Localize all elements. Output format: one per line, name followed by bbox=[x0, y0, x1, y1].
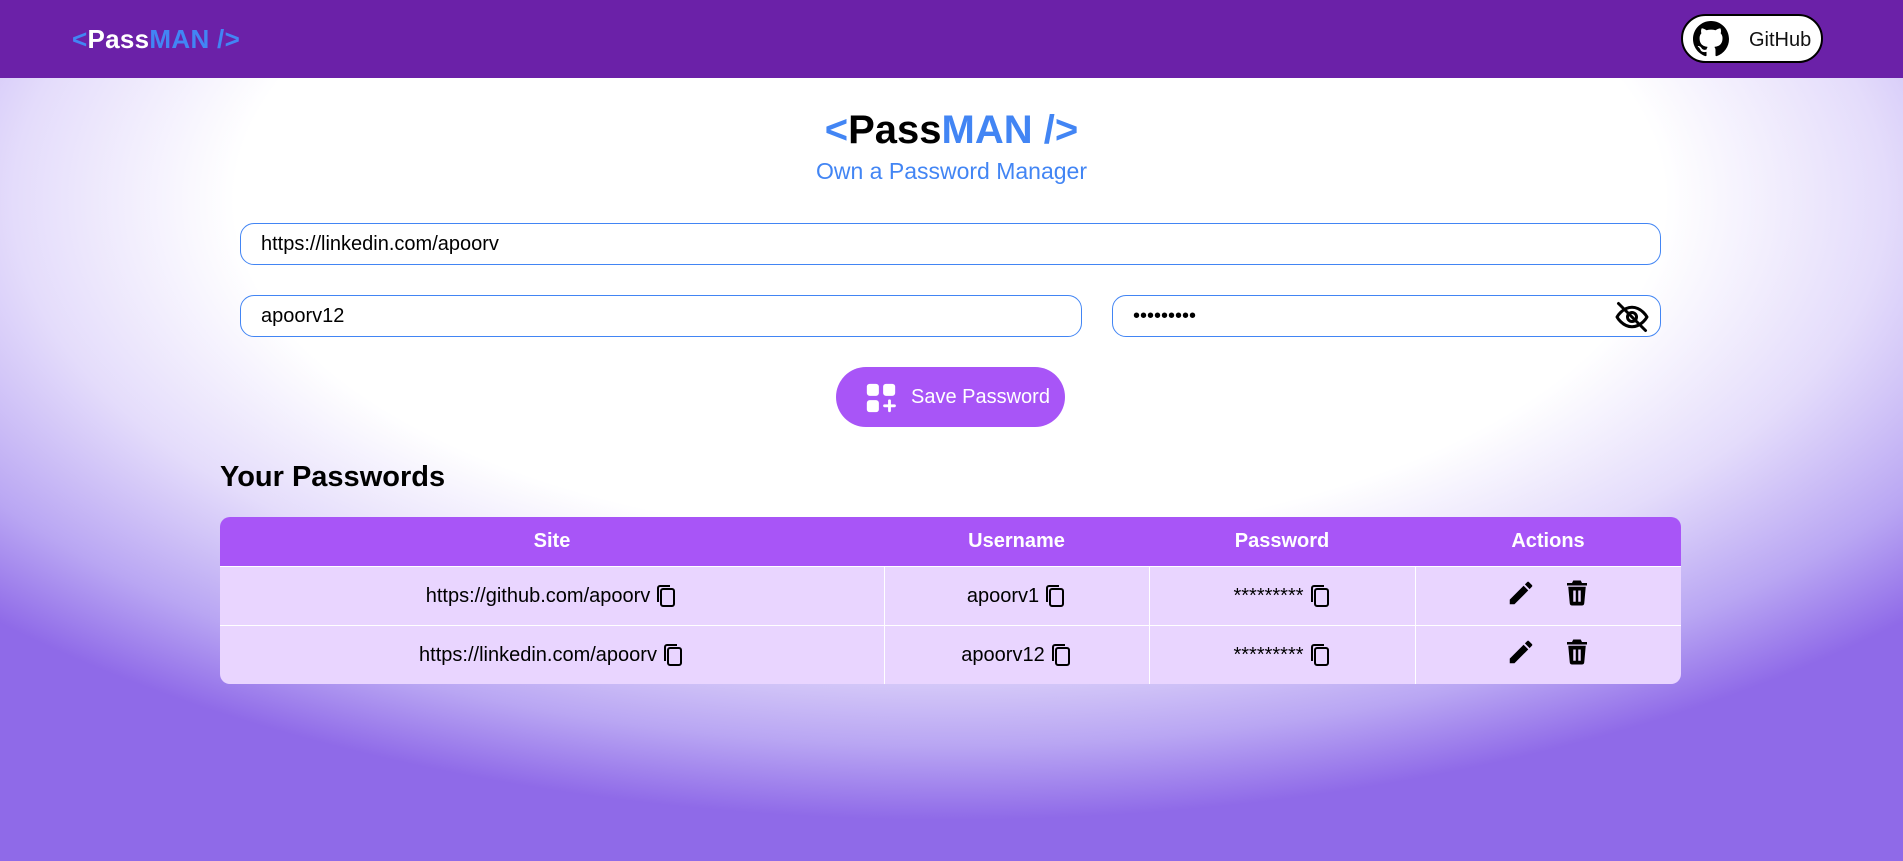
pencil-icon[interactable] bbox=[1506, 578, 1536, 608]
pencil-icon[interactable] bbox=[1506, 637, 1536, 667]
save-password-button[interactable]: Save Password bbox=[836, 367, 1065, 427]
copy-icon[interactable] bbox=[1308, 584, 1332, 608]
username-value: apoorv1 bbox=[966, 584, 1040, 607]
title-pass: Pass bbox=[848, 108, 942, 152]
toggle-password-visibility-button[interactable] bbox=[1614, 299, 1650, 335]
section-title: Your Passwords bbox=[220, 461, 446, 493]
logo-pass: Pass bbox=[87, 24, 150, 54]
copy-icon[interactable] bbox=[1308, 643, 1332, 667]
column-header-actions: Actions bbox=[1415, 517, 1681, 566]
trash-icon[interactable] bbox=[1562, 637, 1592, 667]
copy-icon[interactable] bbox=[654, 584, 678, 608]
trash-icon[interactable] bbox=[1562, 578, 1592, 608]
site-link[interactable]: https://github.com/apoorv bbox=[426, 585, 651, 608]
password-input[interactable] bbox=[1112, 295, 1661, 337]
github-icon bbox=[1693, 21, 1729, 57]
title-open-bracket: < bbox=[824, 108, 849, 152]
table-row: https://github.com/apoorv apoorv1 ******… bbox=[220, 566, 1681, 625]
actions-cell bbox=[1415, 566, 1681, 625]
column-header-site: Site bbox=[220, 517, 884, 566]
table-row: https://linkedin.com/apoorv apoorv12 ***… bbox=[220, 625, 1681, 684]
username-cell: apoorv12 bbox=[884, 625, 1149, 684]
title-man: MAN bbox=[941, 108, 1033, 152]
github-button[interactable]: GitHub bbox=[1681, 14, 1823, 63]
column-header-password: Password bbox=[1149, 517, 1415, 566]
passwords-table: Site Username Password Actions https://g… bbox=[220, 517, 1681, 684]
logo-close-bracket: /> bbox=[209, 24, 241, 54]
eye-slash-icon bbox=[1615, 302, 1649, 332]
logo-man: MAN bbox=[149, 24, 210, 54]
password-cell: ********* bbox=[1149, 566, 1415, 625]
site-cell: https://linkedin.com/apoorv bbox=[220, 625, 884, 684]
username-input[interactable] bbox=[240, 295, 1082, 337]
save-password-label: Save Password bbox=[911, 386, 1050, 408]
username-cell: apoorv1 bbox=[884, 566, 1149, 625]
username-value: apoorv12 bbox=[961, 643, 1045, 666]
site-link[interactable]: https://linkedin.com/apoorv bbox=[419, 644, 657, 667]
nav-logo[interactable]: <PassMAN /> bbox=[72, 24, 240, 55]
page-subtitle: Own a Password Manager bbox=[815, 158, 1087, 184]
copy-icon[interactable] bbox=[661, 643, 685, 667]
table-header-row: Site Username Password Actions bbox=[220, 517, 1681, 566]
navbar: <PassMAN /> GitHub bbox=[0, 0, 1903, 78]
actions-cell bbox=[1415, 625, 1681, 684]
site-cell: https://github.com/apoorv bbox=[220, 566, 884, 625]
column-header-username: Username bbox=[884, 517, 1149, 566]
github-label: GitHub bbox=[1749, 29, 1812, 51]
logo-open-bracket: < bbox=[72, 24, 88, 54]
copy-icon[interactable] bbox=[1049, 643, 1073, 667]
add-grid-icon bbox=[866, 383, 896, 413]
copy-icon[interactable] bbox=[1043, 584, 1067, 608]
password-value: ********* bbox=[1233, 643, 1304, 666]
page-title: <PassMAN /> bbox=[0, 108, 1903, 153]
title-close-bracket: /> bbox=[1032, 108, 1079, 152]
password-cell: ********* bbox=[1149, 625, 1415, 684]
site-url-input[interactable] bbox=[240, 223, 1661, 265]
password-value: ********* bbox=[1233, 584, 1304, 607]
